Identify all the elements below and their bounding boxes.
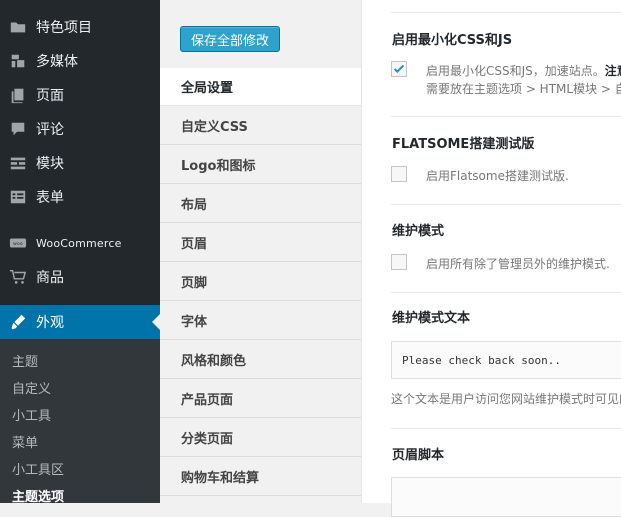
tab-logo-icons[interactable]: Logo和图标: [160, 146, 361, 184]
current-menu-arrow: [152, 314, 160, 330]
maintenance-section-title: 维护模式: [392, 224, 445, 239]
maintenance-text-help: 这个文本是用户访问您网站维护模式时可见的: [391, 392, 621, 406]
maintenance-label: 启用所有除了管理员外的维护模式.: [426, 257, 610, 271]
minify-label-note: 注意: [604, 64, 621, 78]
sidebar-item-media[interactable]: 多媒体: [0, 44, 160, 78]
media-icon: [8, 51, 28, 71]
minify-label: 启用最小化CSS和JS，加速站点。注意: [426, 62, 621, 79]
section-divider: [391, 428, 621, 429]
sidebar-item-forms[interactable]: 表单: [0, 180, 160, 214]
tab-footer[interactable]: 页脚: [160, 263, 361, 301]
sidebar-item-portfolio[interactable]: 特色项目: [0, 10, 160, 44]
sidebar-item-pages[interactable]: 页面: [0, 78, 160, 112]
header-script-textarea[interactable]: [391, 477, 621, 517]
tab-layout[interactable]: 布局: [160, 185, 361, 223]
sidebar-item-products[interactable]: 商品: [0, 260, 160, 294]
beta-section-title: FLATSOME搭建测试版: [392, 137, 535, 152]
checkmark-icon: [393, 64, 405, 73]
options-content: 启用最小化CSS和JS 启用最小化CSS和JS，加速站点。注意 需要放在主题选项…: [361, 0, 621, 517]
cart-icon: [8, 267, 28, 287]
header-script-title: 页眉脚本: [392, 448, 445, 463]
tab-typography[interactable]: 字体: [160, 302, 361, 340]
minify-label-text: 启用最小化CSS和JS，加速站点。: [426, 64, 605, 78]
submenu-item-menus[interactable]: 菜单: [12, 432, 38, 451]
admin-sidebar: 特色项目 多媒体 页面 评论 模块 表单 woo WooCommerce 商品 …: [0, 0, 160, 505]
section-divider: [391, 12, 621, 13]
submenu-item-widgets[interactable]: 小工具: [12, 405, 51, 424]
sidebar-item-blocks[interactable]: 模块: [0, 146, 160, 180]
minify-section-title: 启用最小化CSS和JS: [392, 33, 513, 48]
sidebar-item-label: 模块: [36, 156, 64, 172]
tab-cart-checkout[interactable]: 购物车和结算: [160, 458, 361, 496]
beta-label: 启用Flatsome搭建测试版.: [426, 169, 569, 183]
tab-global-settings[interactable]: 全局设置: [160, 68, 361, 106]
sidebar-item-comments[interactable]: 评论: [0, 112, 160, 146]
maintenance-text-title: 维护模式文本: [392, 311, 471, 326]
appearance-submenu: 主题 自定义 小工具 菜单 小工具区 主题选项: [0, 339, 160, 505]
svg-text:woo: woo: [13, 242, 23, 247]
minify-label-line2: 需要放在主题选项 > HTML模块 > 自定: [426, 82, 621, 96]
theme-options-nav: 保存全部修改 全局设置 自定义CSS Logo和图标 布局 页眉 页脚 字体 风…: [160, 0, 361, 503]
beta-checkbox[interactable]: [391, 166, 407, 182]
submenu-item-customize[interactable]: 自定义: [12, 378, 51, 397]
page-icon: [8, 85, 28, 105]
sidebar-item-label: 商品: [36, 270, 64, 286]
tab-product-page[interactable]: 产品页面: [160, 380, 361, 418]
sidebar-item-woocommerce[interactable]: woo WooCommerce: [0, 226, 160, 260]
section-divider: [391, 204, 621, 205]
sidebar-item-label: 特色项目: [36, 20, 92, 36]
sidebar-item-label: WooCommerce: [36, 236, 122, 250]
submenu-item-theme-options[interactable]: 主题选项: [12, 486, 64, 505]
maintenance-text-input[interactable]: Please check back soon..: [391, 341, 621, 379]
comment-icon: [8, 119, 28, 139]
brush-icon: [8, 312, 28, 332]
submenu-item-themes[interactable]: 主题: [12, 351, 38, 370]
tab-custom-css[interactable]: 自定义CSS: [160, 107, 361, 145]
sidebar-item-label: 页面: [36, 88, 64, 104]
save-all-button[interactable]: 保存全部修改: [180, 26, 280, 52]
tab-header[interactable]: 页眉: [160, 224, 361, 262]
sidebar-item-label: 表单: [36, 190, 64, 206]
form-icon: [8, 187, 28, 207]
sidebar-item-label: 多媒体: [36, 54, 78, 70]
sidebar-item-label: 外观: [36, 315, 64, 331]
sidebar-item-label: 评论: [36, 122, 64, 138]
sidebar-item-appearance[interactable]: 外观: [0, 305, 160, 339]
submenu-item-widget-areas[interactable]: 小工具区: [12, 459, 64, 478]
tab-style-colors[interactable]: 风格和颜色: [160, 341, 361, 379]
woocommerce-icon: woo: [8, 233, 28, 253]
section-divider: [391, 116, 621, 117]
section-divider: [391, 292, 621, 293]
folder-icon: [8, 17, 28, 37]
blocks-icon: [8, 153, 28, 173]
minify-checkbox[interactable]: [391, 61, 407, 77]
tab-category-page[interactable]: 分类页面: [160, 419, 361, 457]
maintenance-checkbox[interactable]: [391, 254, 407, 270]
